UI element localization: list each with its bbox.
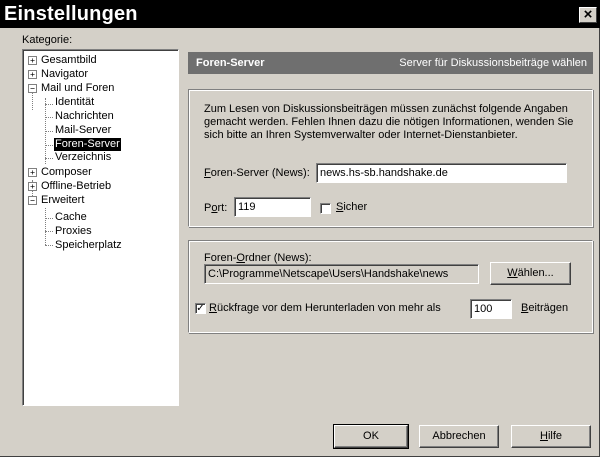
expand-icon[interactable]: + <box>28 182 37 191</box>
intro-text-line-3: sich bitte an Ihren Systemverwalter oder… <box>204 129 518 141</box>
message-count-input[interactable]: 100 <box>470 299 512 319</box>
server-label: Foren-Server (News): <box>204 167 310 179</box>
panel-title: Foren-Server <box>196 57 265 69</box>
folder-label-text: rdner (News): <box>244 252 312 264</box>
expand-icon[interactable]: + <box>28 168 37 177</box>
tree-item-composer[interactable]: Composer <box>41 166 92 179</box>
help-button-text: ilfe <box>547 430 562 442</box>
tree-item-mail-server[interactable]: Mail-Server <box>55 124 111 137</box>
port-input[interactable]: 119 <box>234 197 311 217</box>
close-button[interactable]: × <box>579 7 597 23</box>
help-button[interactable]: Hilfe <box>511 425 591 448</box>
tree-item-erweitert[interactable]: Erweitert <box>41 194 84 207</box>
intro-text-line-2: gemacht werden. Fehlen Ihnen dazu die nö… <box>204 116 574 128</box>
tree-item-mail-und-foren[interactable]: Mail und Foren <box>41 82 114 95</box>
folder-label-pre: Foren- <box>204 252 237 264</box>
ask-before-download-label: Rückfrage vor dem Herunterladen von mehr… <box>209 302 441 314</box>
ask-before-download-checkbox[interactable]: ✓ <box>195 303 206 314</box>
tree-item-proxies[interactable]: Proxies <box>55 225 92 238</box>
folder-label: Foren-Ordner (News): <box>204 252 312 264</box>
ask-label-text: ückfrage vor dem Herunterladen von mehr … <box>216 302 441 314</box>
tree-item-foren-server[interactable]: Foren-Server <box>54 138 121 151</box>
tree-item-identitaet[interactable]: Identität <box>55 96 94 109</box>
cancel-button[interactable]: Abbrechen <box>419 425 499 448</box>
tree-item-gesamtbild[interactable]: Gesamtbild <box>41 54 97 67</box>
window-title: Einstellungen <box>4 3 138 25</box>
mnemonic: F <box>204 167 211 179</box>
port-label-text: rt: <box>217 202 228 214</box>
tree-connector <box>45 208 46 245</box>
intro-text-line-1: Zum Lesen von Diskussionsbeiträgen müsse… <box>204 103 568 115</box>
expand-icon[interactable]: + <box>28 70 37 79</box>
secure-label-text: icher <box>343 201 368 213</box>
secure-checkbox[interactable] <box>320 203 331 214</box>
tree-connector <box>45 145 53 146</box>
tree-item-verzeichnis[interactable]: Verzeichnis <box>55 151 111 164</box>
mnemonic: R <box>209 302 217 314</box>
choose-button-text: ählen... <box>517 267 554 279</box>
tree-item-cache[interactable]: Cache <box>55 211 87 224</box>
panel-header: Foren-Server Server für Diskussionsbeitr… <box>188 52 593 74</box>
tree-connector <box>45 245 53 246</box>
news-server-input[interactable]: news.hs-sb.handshake.de <box>316 163 567 183</box>
secure-label: Sicher <box>336 201 367 213</box>
mnemonic: H <box>539 430 548 442</box>
tree-item-offline-betrieb[interactable]: Offline-Betrieb <box>41 180 111 193</box>
tree-connector <box>45 117 53 118</box>
folder-path-field: C:\Programme\Netscape\Users\Handshake\ne… <box>204 264 479 284</box>
mnemonic: O <box>236 252 245 264</box>
mnemonic: W <box>507 267 518 279</box>
server-label-text: oren-Server (News): <box>210 167 310 179</box>
tree-connector <box>45 218 53 219</box>
tree-connector <box>45 158 53 159</box>
choose-folder-button[interactable]: Wählen... <box>490 262 571 285</box>
tree-item-speicherplatz[interactable]: Speicherplatz <box>55 239 122 252</box>
collapse-icon[interactable]: − <box>28 196 37 205</box>
category-label: Kategorie: <box>22 34 73 46</box>
collapse-icon[interactable]: − <box>28 84 37 93</box>
panel-subtitle: Server für Diskussionsbeiträge wählen <box>399 57 587 69</box>
ok-button[interactable]: OK <box>333 424 409 449</box>
expand-icon[interactable]: + <box>28 56 37 65</box>
tree-connector <box>45 131 53 132</box>
settings-dialog: Einstellungen × Kategorie: + Gesamtbild … <box>0 0 600 457</box>
title-bar[interactable]: Einstellungen × <box>0 0 600 28</box>
tree-connector <box>45 231 53 232</box>
tree-connector <box>45 104 53 105</box>
tree-item-navigator[interactable]: Navigator <box>41 68 88 81</box>
category-tree[interactable]: + Gesamtbild + Navigator − Mail und Fore… <box>22 49 179 406</box>
messages-suffix-label: Beiträgen <box>521 302 568 314</box>
messages-suffix-text: eiträgen <box>528 302 569 314</box>
tree-item-nachrichten[interactable]: Nachrichten <box>55 110 114 123</box>
port-label: Port: <box>204 202 227 214</box>
